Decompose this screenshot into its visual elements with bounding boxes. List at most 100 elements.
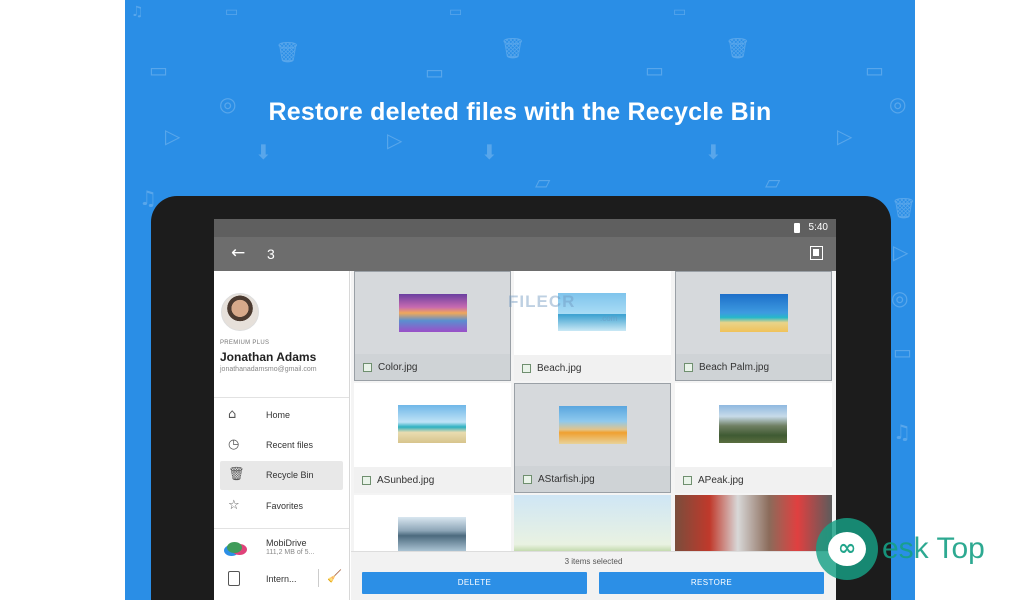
file-name: ASunbed.jpg (377, 475, 435, 486)
image-file-icon (362, 476, 371, 485)
file-tile-color[interactable]: Color.jpg (354, 271, 511, 381)
desktop-watermark-text: esk Top (882, 532, 985, 565)
thumbnail (719, 405, 787, 443)
play-icon: ▷ (893, 240, 909, 264)
desktop-watermark: ∞ esk Top (816, 518, 1016, 582)
file-icon: ▭ (673, 4, 687, 20)
file-tile-astarfish[interactable]: AStarfish.jpg (514, 383, 671, 493)
file-icon: ▭ (149, 58, 168, 82)
restore-button[interactable]: RESTORE (599, 572, 824, 594)
select-all-icon[interactable] (810, 246, 823, 260)
music-icon: ♫ (139, 186, 157, 210)
selection-app-bar: ← 3 (214, 237, 836, 271)
disc-icon: ◎ (891, 286, 909, 310)
file-name: AStarfish.jpg (538, 474, 595, 485)
music-icon: ♫ (893, 420, 911, 444)
back-arrow-icon[interactable]: ← (231, 243, 245, 263)
trash-icon: 🗑 (500, 36, 526, 60)
account-tier: PREMIUM PLUS (220, 340, 270, 346)
nav-item-label: Recent files (266, 440, 314, 450)
user-name: Jonathan Adams (220, 350, 317, 364)
status-bar: 5:40 (214, 219, 836, 237)
file-icon: ▭ (865, 58, 884, 82)
nav-item-label: Recycle Bin (266, 470, 314, 480)
image-file-icon (684, 363, 693, 372)
home-icon: ⌂ (228, 407, 237, 422)
avatar[interactable] (221, 293, 259, 331)
filecr-watermark-domain: .com (600, 314, 618, 323)
file-tile-apeak[interactable]: APeak.jpg (675, 383, 832, 493)
nav-item-favorites[interactable]: ☆ Favorites (220, 492, 343, 521)
image-file-icon (523, 475, 532, 484)
file-caption: Beach.jpg (514, 355, 671, 381)
clock-icon: ◷ (228, 437, 240, 452)
internal-storage-label[interactable]: Intern... (266, 574, 297, 584)
mobidrive-icon (227, 542, 242, 553)
trash-icon: 🗑 (275, 40, 301, 64)
file-icon: ▭ (645, 58, 664, 82)
app-screen: 5:40 ← 3 PREMIUM PLUS Jonathan Adams jon… (214, 219, 836, 600)
thumbnail (398, 517, 466, 551)
file-tile-beach[interactable]: Beach.jpg (514, 271, 671, 381)
battery-icon (794, 223, 800, 233)
trash-icon: 🗑 (725, 36, 751, 60)
trash-icon: 🗑 (891, 196, 915, 220)
file-name: Beach.jpg (537, 363, 582, 374)
file-name: Beach Palm.jpg (699, 362, 770, 373)
thumbnail (559, 406, 627, 444)
star-icon: ☆ (228, 498, 240, 513)
selected-count: 3 (267, 246, 275, 262)
play-icon: ▷ (837, 124, 853, 148)
file-name: APeak.jpg (698, 475, 744, 486)
music-icon: ♫ (131, 4, 144, 20)
play-icon: ▷ (165, 124, 181, 148)
screenshot-stage: ▭ 🗑 ▭ 🗑 ▭ 🗑 ▭ ▷ ◎ ▷ ⬇ ⬇ ⬇ ▷ ◎ ♫ ▱ ▱ 🗑 ◎ … (0, 0, 1036, 600)
promo-headline: Restore deleted files with the Recycle B… (268, 98, 772, 126)
file-tile-asunbed[interactable]: ASunbed.jpg (354, 383, 511, 493)
navigation-drawer: PREMIUM PLUS Jonathan Adams jonathanadam… (214, 271, 350, 600)
file-grid: Color.jpg Beach.jpg Beach Palm.jpg ASunb… (351, 271, 836, 600)
download-icon: ⬇ (481, 140, 498, 164)
image-file-icon (522, 364, 531, 373)
divider (318, 569, 319, 587)
file-name: Color.jpg (378, 362, 418, 373)
file-tile-beach-palm[interactable]: Beach Palm.jpg (675, 271, 832, 381)
image-file-icon (683, 476, 692, 485)
file-caption: APeak.jpg (675, 467, 832, 493)
filecr-watermark: FILECR (508, 292, 576, 311)
nav-item-recycle-bin[interactable]: 🗑 Recycle Bin (220, 461, 343, 490)
status-time: 5:40 (808, 222, 828, 233)
clean-icon[interactable]: 🧹 (327, 569, 342, 583)
file-icon: ▭ (893, 340, 912, 364)
file-caption: Color.jpg (355, 354, 510, 380)
download-icon: ⬇ (705, 140, 722, 164)
delete-button[interactable]: DELETE (362, 572, 587, 594)
selection-action-bar: 3 items selected DELETE RESTORE (351, 551, 836, 600)
trash-icon: 🗑 (228, 467, 245, 482)
drawer-divider (214, 397, 349, 398)
infinity-icon: ∞ (828, 532, 866, 566)
nav-item-label: Favorites (266, 501, 304, 511)
thumbnail (720, 294, 788, 332)
mobidrive-label[interactable]: MobiDrive (266, 538, 307, 548)
nav-item-recent-files[interactable]: ◷ Recent files (220, 431, 343, 460)
folder-icon: ▱ (535, 170, 551, 194)
thumbnail (399, 294, 467, 332)
drawer-divider (214, 528, 349, 529)
file-caption: AStarfish.jpg (515, 466, 670, 492)
image-file-icon (363, 363, 372, 372)
file-icon: ▭ (425, 60, 444, 84)
file-caption: Beach Palm.jpg (676, 354, 831, 380)
file-caption: ASunbed.jpg (354, 467, 511, 493)
play-icon: ▷ (387, 128, 403, 152)
user-email: jonathanadamsmo@gmail.com (220, 366, 317, 373)
download-icon: ⬇ (255, 140, 272, 164)
selection-text: 3 items selected (564, 557, 623, 566)
file-icon: ▭ (449, 4, 463, 20)
nav-item-home[interactable]: ⌂ Home (220, 401, 343, 430)
mobidrive-usage: 111,2 MB of 5... (266, 549, 315, 556)
nav-item-label: Home (266, 410, 291, 420)
tablet-icon (228, 571, 240, 586)
folder-icon: ▱ (765, 170, 781, 194)
file-icon: ▭ (225, 4, 239, 20)
